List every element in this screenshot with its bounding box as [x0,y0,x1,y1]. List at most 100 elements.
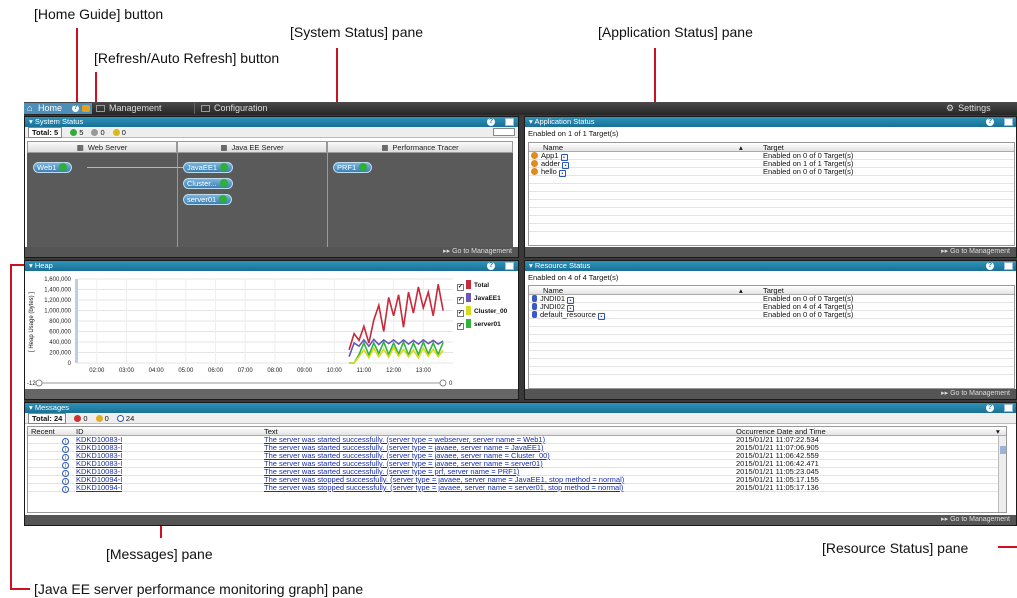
total-count[interactable]: Total: 24 [28,413,67,424]
messages-pane: ▾ Messages ? Total: 24 0 0 24 Recent ID … [24,402,1017,526]
table-row[interactable]: JNDI02 ▪ Enabled on 4 of 4 Target(s) [529,303,1014,312]
column-performance-tracer: ▦ Performance Tracer [327,141,513,153]
column-occurrence-time[interactable]: Occurrence Date and Time [736,427,826,436]
application-status-pane: ▾ Application Status ? Enabled on 1 of 1… [524,116,1017,258]
message-id-link[interactable]: KDKD10094-I [76,484,122,492]
collapse-icon[interactable]: ▾ [29,403,33,412]
legend-checkbox[interactable]: ✓ [457,297,464,304]
legend-checkbox[interactable]: ✓ [457,284,464,291]
tab-home[interactable]: ⌂ Home ? [24,103,92,114]
table-row[interactable]: i KDKD10083-I The server was started succe… [28,460,1006,469]
table-row[interactable]: hello ▪ Enabled on 0 of 0 Target(s) [529,168,1014,177]
go-to-management-link[interactable]: ▸▸ Go to Management [941,516,1010,523]
table-row[interactable]: i KDKD10083-I The server was started succe… [28,452,1006,461]
help-icon[interactable]: ? [487,262,495,270]
maximize-icon[interactable] [1004,118,1013,126]
server-node-cluster[interactable]: Cluster... [183,178,233,189]
scroll-thumb[interactable] [1000,446,1006,454]
column-name[interactable]: Name [543,143,563,152]
message-text-link[interactable]: The server was started successfully. (se… [264,444,732,452]
server-node-server01[interactable]: server01 [183,194,233,205]
server-node-javaee1[interactable]: JavaEE1 [183,162,234,173]
table-row[interactable]: App1 ▪ Enabled on 0 of 0 Target(s) [529,152,1014,161]
refresh-button[interactable] [82,105,90,112]
message-id-link[interactable]: KDKD10083-I [76,460,122,468]
go-to-management-link[interactable]: ▸▸ Go to Management [941,390,1010,397]
maximize-icon[interactable] [505,118,514,126]
table-row[interactable]: adder ▪ Enabled on 1 of 1 Target(s) [529,160,1014,169]
table-row[interactable]: i KDKD10094-I The server was stopped succe… [28,484,1006,493]
node-label: server01 [187,195,217,204]
empty-row [529,216,1014,224]
server-node-prf1[interactable]: PRF1 [333,162,373,173]
table-row[interactable]: default_resource ▪ Enabled on 0 of 0 Targ… [529,311,1014,320]
column-performance-tracer-label: Performance Tracer [392,143,459,152]
table-row[interactable]: JNDI01 ▪ Enabled on 0 of 0 Target(s) [529,295,1014,304]
maximize-icon[interactable] [1004,262,1013,270]
message-text-link[interactable]: The server was started successfully. (se… [264,460,732,468]
callout-line-home-guide [76,28,78,102]
go-to-management-link[interactable]: ▸▸ Go to Management [941,248,1010,255]
tab-management[interactable]: Management [96,103,162,114]
help-icon[interactable]: ? [986,118,994,126]
collapse-icon[interactable]: ▾ [529,117,533,126]
message-text-link[interactable]: The server was started successfully. (se… [264,452,732,460]
collapse-icon[interactable]: ▾ [529,261,533,270]
legend-item-total[interactable]: ✓ Total [457,279,507,292]
message-text-link[interactable]: The server was stopped successfully. (se… [264,484,732,492]
collapse-icon[interactable]: ▾ [29,261,33,270]
column-text[interactable]: Text [264,427,278,436]
sort-icon[interactable]: ▴ [739,143,743,152]
message-text-link[interactable]: The server was stopped successfully. (se… [264,476,732,484]
message-id-link[interactable]: KDKD10083-I [76,452,122,460]
help-icon[interactable]: ? [986,262,994,270]
message-id-link[interactable]: KDKD10083-I [76,444,122,452]
empty-row [529,319,1014,327]
message-id-link[interactable]: KDKD10094-I [76,476,122,484]
resource-table: Name ▴ Target JNDI01 ▪ Enabled on 0 of 0 … [528,285,1015,389]
messages-scrollbar[interactable] [998,436,1006,512]
time-slider-left-handle [35,379,43,387]
home-guide-button[interactable]: ? [72,105,79,112]
application-status-header: ▾ Application Status ? [525,117,1016,127]
settings-button[interactable]: ⚙ Settings [946,103,991,114]
tab-configuration[interactable]: Configuration [201,103,268,114]
view-toggle-button[interactable] [493,128,515,136]
go-to-management-link[interactable]: ▸▸ Go to Management [443,248,512,255]
message-id-link[interactable]: KDKD10083-I [76,468,122,476]
info-count: 24 [125,414,135,423]
message-id-link[interactable]: KDKD10083-I [76,436,122,444]
legend-item-server01[interactable]: ✓ server01 [457,318,507,331]
sort-icon[interactable]: ▴ [739,286,743,295]
message-time: 2015/01/21 11:06:42.559 [736,452,819,460]
resource-target: Enabled on 4 of 4 Target(s) [763,303,854,311]
table-row[interactable]: i KDKD10083-I The server was started succe… [28,468,1006,477]
column-id[interactable]: ID [76,427,84,436]
heap-header: ▾ Heap ? [25,261,518,271]
table-row[interactable]: i KDKD10083-I The server was started succe… [28,436,1006,445]
message-text-link[interactable]: The server was started successfully. (se… [264,436,732,444]
server-node-web1[interactable]: Web1 [33,162,73,173]
legend-checkbox[interactable]: ✓ [457,323,464,330]
maximize-icon[interactable] [1004,404,1013,412]
maximize-icon[interactable] [505,262,514,270]
column-name[interactable]: Name [543,286,563,295]
message-text-link[interactable]: The server was started successfully. (se… [264,468,732,476]
table-row[interactable]: i KDKD10094-I The server was stopped succe… [28,476,1006,485]
legend-checkbox[interactable]: ✓ [457,310,464,317]
legend-item-javaee1[interactable]: ✓ JavaEE1 [457,292,507,305]
x-tick-label: 09:00 [297,368,313,374]
column-menu-icon[interactable]: ▾ [996,427,1000,436]
help-icon[interactable]: ? [986,404,994,412]
resource-name: default_resource [540,311,596,319]
x-tick-label: 06:00 [208,368,224,374]
collapse-icon[interactable]: ▾ [29,117,33,126]
column-target[interactable]: Target [763,143,784,152]
table-row[interactable]: i KDKD10083-I The server was started succe… [28,444,1006,453]
total-count[interactable]: Total: 5 [28,127,63,138]
y-tick-label: 1,200,000 [44,298,71,304]
column-target[interactable]: Target [763,286,784,295]
column-recent[interactable]: Recent [31,427,55,436]
legend-item-cluster[interactable]: ✓ Cluster_00 [457,305,507,318]
help-icon[interactable]: ? [487,118,495,126]
